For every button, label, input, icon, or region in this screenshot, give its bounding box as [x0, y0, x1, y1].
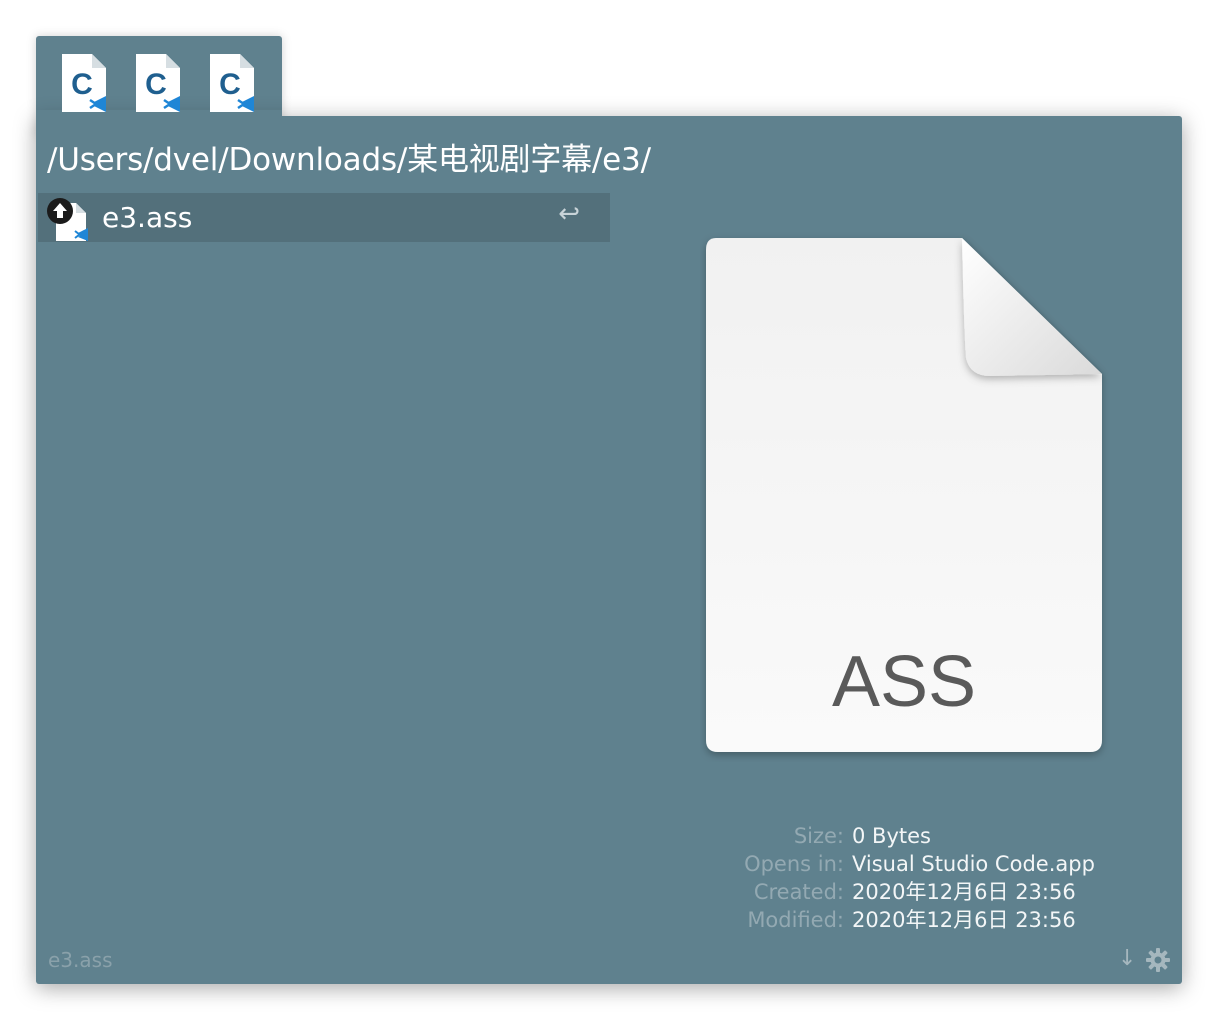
- file-browser-window: C C C /Users/dvel/Downloads/某电视剧字幕/e3/ e: [0, 0, 1218, 1020]
- opens-in-value: Visual Studio Code.app: [852, 852, 1095, 876]
- current-path: /Users/dvel/Downloads/某电视剧字幕/e3/: [47, 142, 651, 178]
- created-label: Created:: [753, 880, 844, 904]
- generic-document-icon: ASS: [706, 238, 1102, 752]
- modified-value: 2020年12月6日 23:56: [852, 908, 1076, 932]
- result-row-selected[interactable]: e3.ass ↩: [38, 193, 610, 242]
- opens-in-label: Opens in:: [744, 852, 844, 876]
- ass-file-icon: [47, 198, 88, 241]
- info-row-size: Size: 0 Bytes: [640, 822, 1100, 850]
- info-row-opens-in: Opens in: Visual Studio Code.app: [640, 850, 1100, 878]
- info-row-modified: Modified: 2020年12月6日 23:56: [640, 906, 1100, 934]
- c-source-file-icon[interactable]: C: [134, 52, 182, 114]
- modified-label: Modified:: [747, 908, 844, 932]
- svg-text:C: C: [219, 68, 241, 101]
- size-value: 0 Bytes: [852, 824, 931, 848]
- gear-icon[interactable]: [1146, 948, 1170, 972]
- selected-file-name: e3.ass: [48, 948, 113, 972]
- return-icon: ↩: [558, 199, 580, 229]
- c-source-file-icon[interactable]: C: [60, 52, 108, 114]
- info-row-created: Created: 2020年12月6日 23:56: [640, 878, 1100, 906]
- created-value: 2020年12月6日 23:56: [852, 880, 1076, 904]
- file-info: Size: 0 Bytes Opens in: Visual Studio Co…: [640, 822, 1100, 934]
- c-source-file-icon[interactable]: C: [208, 52, 256, 114]
- sort-down-icon[interactable]: ↓: [1118, 946, 1136, 971]
- svg-text:C: C: [71, 68, 93, 101]
- up-arrow-badge-icon: [47, 198, 73, 224]
- result-label: e3.ass: [102, 201, 193, 234]
- extension-label: ASS: [832, 642, 976, 722]
- size-label: Size:: [793, 824, 844, 848]
- svg-text:C: C: [145, 68, 167, 101]
